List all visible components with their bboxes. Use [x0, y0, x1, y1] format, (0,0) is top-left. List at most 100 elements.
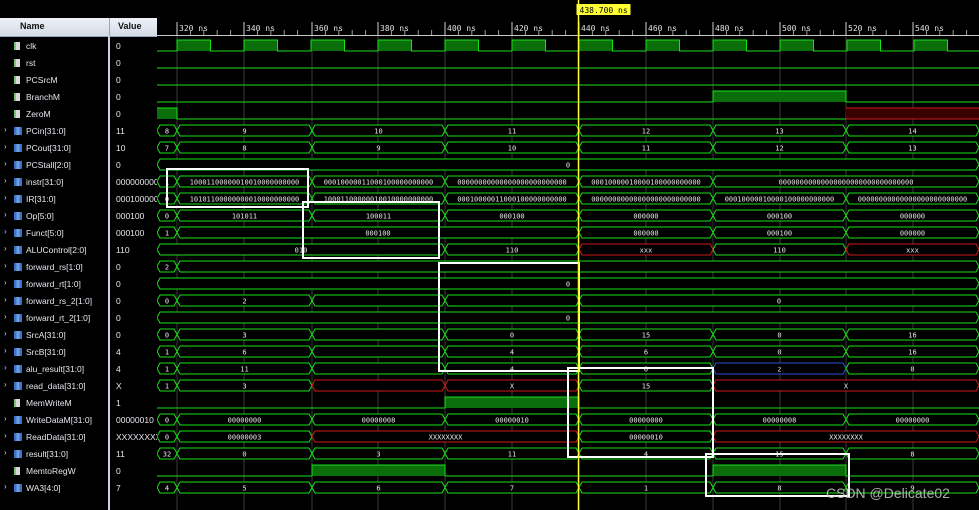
bus-value-label: 11 [240, 366, 248, 374]
expand-arrow-icon[interactable]: › [4, 261, 7, 270]
signal-row[interactable]: › Op[5:0] 000100 [0, 207, 157, 225]
bus-value-label: 100011 [366, 213, 391, 221]
bus-value-label: 010 [295, 247, 308, 255]
waveform-canvas[interactable]: 320 ns 340 ns 360 ns 380 ns 400 ns 420 ns 440 … [157, 0, 979, 510]
signal-row[interactable]: MemtoRegW 0 [0, 462, 157, 480]
bus-value-label: 10 [374, 128, 382, 136]
signal-name: Funct[5:0] [26, 228, 64, 238]
clock-high-fill [847, 40, 881, 51]
signal-row[interactable]: › SrcB[31:0] 4 [0, 343, 157, 361]
signal-row[interactable]: › read_data[31:0] X [0, 377, 157, 395]
signal-row[interactable]: MemWriteM 1 [0, 394, 157, 412]
bus-value-label: 110 [773, 247, 786, 255]
bus-signal-icon [14, 416, 22, 424]
signal-value: 4 [116, 347, 121, 357]
bus-signal-icon [14, 127, 22, 135]
signal-row[interactable]: › IR[31:0] 000100000 [0, 190, 157, 208]
signal-row[interactable]: › ALUControl[2:0] 110 [0, 241, 157, 259]
signal-row[interactable]: PCSrcM 0 [0, 71, 157, 89]
bit-signal-icon [14, 93, 20, 101]
signal-name: SrcB[31:0] [26, 347, 66, 357]
expand-arrow-icon[interactable]: › [4, 244, 7, 253]
bus-segment [311, 379, 446, 392]
bus-signal-icon [14, 365, 22, 373]
signal-name: forward_rt[1:0] [26, 279, 81, 289]
signal-row[interactable]: › forward_rt_2[1:0] 0 [0, 309, 157, 327]
expand-arrow-icon[interactable]: › [4, 193, 7, 202]
expand-arrow-icon[interactable]: › [4, 278, 7, 287]
bus-signal-icon [14, 178, 22, 186]
signal-row[interactable]: › alu_result[31:0] 4 [0, 360, 157, 378]
signal-name: WA3[4:0] [26, 483, 61, 493]
bus-value-label: 000000 [633, 230, 658, 238]
bus-value-label: 14 [908, 128, 916, 136]
column-header: Name Value [0, 18, 157, 37]
signal-row[interactable]: › SrcA[31:0] 0 [0, 326, 157, 344]
expand-arrow-icon[interactable]: › [4, 125, 7, 134]
bus-value-label: xxx [640, 247, 653, 255]
expand-arrow-icon[interactable]: › [4, 363, 7, 372]
signal-row[interactable]: › forward_rt[1:0] 0 [0, 275, 157, 293]
signal-row[interactable]: clk 0 [0, 37, 157, 55]
signal-row[interactable]: rst 0 [0, 54, 157, 72]
signal-name: WriteDataM[31:0] [26, 415, 92, 425]
expand-arrow-icon[interactable]: › [4, 380, 7, 389]
bus-segment [311, 362, 446, 375]
signal-row[interactable]: › PCStall[2:0] 0 [0, 156, 157, 174]
clock-high-fill [177, 40, 211, 51]
signal-row[interactable]: › instr[31:0] 000000000 [0, 173, 157, 191]
signal-name: MemWriteM [26, 398, 72, 408]
expand-arrow-icon[interactable]: › [4, 431, 7, 440]
bus-value-label: 00000000 [629, 417, 663, 425]
bit-high-fill [157, 108, 177, 119]
bus-value-label: 000100 [767, 213, 792, 221]
expand-arrow-icon[interactable]: › [4, 346, 7, 355]
signal-row[interactable]: › PCout[31:0] 10 [0, 139, 157, 157]
signal-row[interactable]: › forward_rs_2[1:0] 0 [0, 292, 157, 310]
expand-arrow-icon[interactable]: › [4, 295, 7, 304]
signal-row[interactable]: › ReadData[31:0] XXXXXXXX [0, 428, 157, 446]
column-divider[interactable] [109, 18, 110, 36]
bus-value-label: 1 [644, 485, 648, 493]
bus-value-label: 0 [777, 332, 781, 340]
expand-arrow-icon[interactable]: › [4, 176, 7, 185]
signal-name: alu_result[31:0] [26, 364, 85, 374]
bus-value-label: 7 [510, 485, 514, 493]
expand-arrow-icon[interactable]: › [4, 142, 7, 151]
signal-row[interactable]: › forward_rs[1:0] 0 [0, 258, 157, 276]
signal-name: PCin[31:0] [26, 126, 66, 136]
value-column-header[interactable]: Value [118, 21, 142, 31]
signal-row[interactable]: › WriteDataM[31:0] 00000010 [0, 411, 157, 429]
signal-row[interactable]: › Funct[5:0] 000100 [0, 224, 157, 242]
signal-row[interactable]: ZeroM 0 [0, 105, 157, 123]
expand-arrow-icon[interactable]: › [4, 312, 7, 321]
expand-arrow-icon[interactable]: › [4, 448, 7, 457]
expand-arrow-icon[interactable]: › [4, 227, 7, 236]
signal-row[interactable]: › result[31:0] 11 [0, 445, 157, 463]
bus-value-label: 0 [165, 298, 169, 306]
signal-name: forward_rs_2[1:0] [26, 296, 93, 306]
x-fill [846, 108, 979, 119]
bus-segment [444, 294, 580, 307]
expand-arrow-icon[interactable]: › [4, 329, 7, 338]
bus-value-label: 0 [242, 451, 246, 459]
expand-arrow-icon[interactable]: › [4, 482, 7, 491]
name-column-header[interactable]: Name [20, 21, 45, 31]
bus-value-label: 15 [642, 332, 650, 340]
bus-value-label: 16 [908, 332, 916, 340]
signal-row[interactable]: › WA3[4:0] 7 [0, 479, 157, 497]
clock-high-fill [914, 40, 948, 51]
bus-value-label: 0 [165, 213, 169, 221]
expand-arrow-icon[interactable]: › [4, 414, 7, 423]
bus-value-label: 10001100000010010000000000 [190, 179, 300, 187]
expand-arrow-icon[interactable]: › [4, 210, 7, 219]
signal-value: 7 [116, 483, 121, 493]
expand-arrow-icon[interactable]: › [4, 159, 7, 168]
signal-name: result[31:0] [26, 449, 69, 459]
signal-row[interactable]: › PCin[31:0] 11 [0, 122, 157, 140]
bus-value-label: 1 [165, 366, 169, 374]
signal-value: 1 [116, 398, 121, 408]
signal-value: 0 [116, 466, 121, 476]
bus-signal-icon [14, 212, 22, 220]
signal-row[interactable]: BranchM 0 [0, 88, 157, 106]
